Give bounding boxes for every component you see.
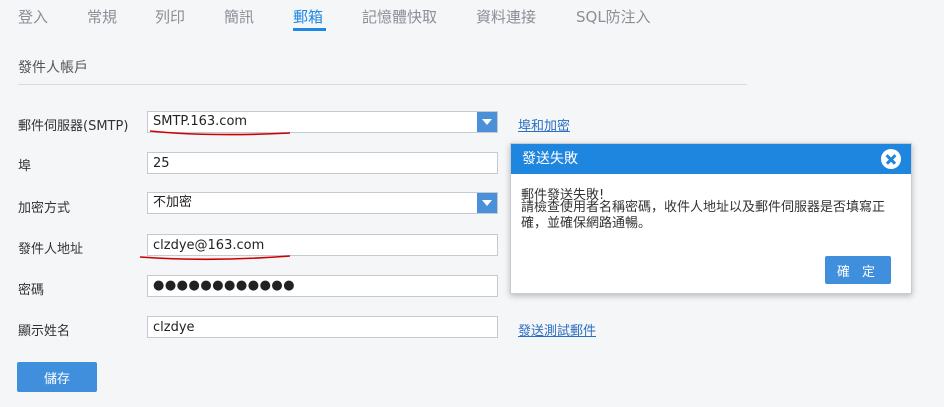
close-icon[interactable] — [881, 149, 901, 169]
display-name-label: 顯示姓名 — [18, 324, 71, 339]
tab-general[interactable]: 常規 — [87, 6, 117, 27]
password-dots: ●●●●●●●●●●●● — [153, 278, 296, 293]
port-input[interactable] — [147, 152, 498, 174]
tab-bar: 登入 常規 列印 簡訊 郵箱 記憶體快取 資料連接 SQL防注入 — [0, 0, 944, 34]
port-label: 埠 — [18, 159, 32, 174]
tab-sms[interactable]: 簡訊 — [224, 6, 254, 27]
dialog-message: 請檢查使用者名稱密碼，收件人地址以及郵件伺服器是否填寫正確，並確保網路通暢。 — [521, 200, 886, 231]
sender-address-input[interactable] — [147, 234, 498, 256]
send-test-email-link[interactable]: 發送測試郵件 — [518, 320, 596, 339]
smtp-label: 郵件伺服器(SMTP) — [18, 119, 129, 134]
save-button[interactable]: 儲存 — [17, 362, 97, 392]
password-input[interactable]: ●●●●●●●●●●●● — [147, 275, 498, 297]
encryption-select-value: 不加密 — [153, 195, 193, 210]
display-name-input[interactable] — [147, 316, 498, 338]
password-label: 密碼 — [18, 283, 45, 298]
tab-sql-injection[interactable]: SQL防注入 — [576, 6, 651, 27]
send-failed-dialog: 發送失敗 郵件發送失敗! 請檢查使用者名稱密碼，收件人地址以及郵件伺服器是否填寫… — [510, 143, 912, 294]
active-tab-indicator — [293, 28, 326, 31]
tab-print[interactable]: 列印 — [155, 6, 185, 27]
dialog-title: 發送失敗 — [522, 151, 578, 167]
smtp-select[interactable]: SMTP.163.com — [147, 111, 498, 133]
tab-login[interactable]: 登入 — [18, 6, 48, 27]
ok-button[interactable]: 確 定 — [825, 256, 891, 284]
tab-memory-cache[interactable]: 記憶體快取 — [362, 6, 437, 27]
encryption-select[interactable]: 不加密 — [147, 192, 498, 214]
section-divider — [18, 84, 747, 85]
chevron-down-icon[interactable] — [477, 112, 497, 132]
section-title: 發件人帳戶 — [18, 60, 88, 76]
tab-data-connection[interactable]: 資料連接 — [476, 6, 536, 27]
dialog-header: 發送失敗 — [511, 144, 911, 174]
port-encryption-link[interactable]: 埠和加密 — [518, 115, 570, 134]
encryption-label: 加密方式 — [18, 201, 71, 216]
smtp-select-value: SMTP.163.com — [153, 114, 248, 129]
tab-mailbox[interactable]: 郵箱 — [293, 6, 323, 27]
sender-label: 發件人地址 — [18, 242, 84, 257]
chevron-down-icon[interactable] — [477, 193, 497, 213]
